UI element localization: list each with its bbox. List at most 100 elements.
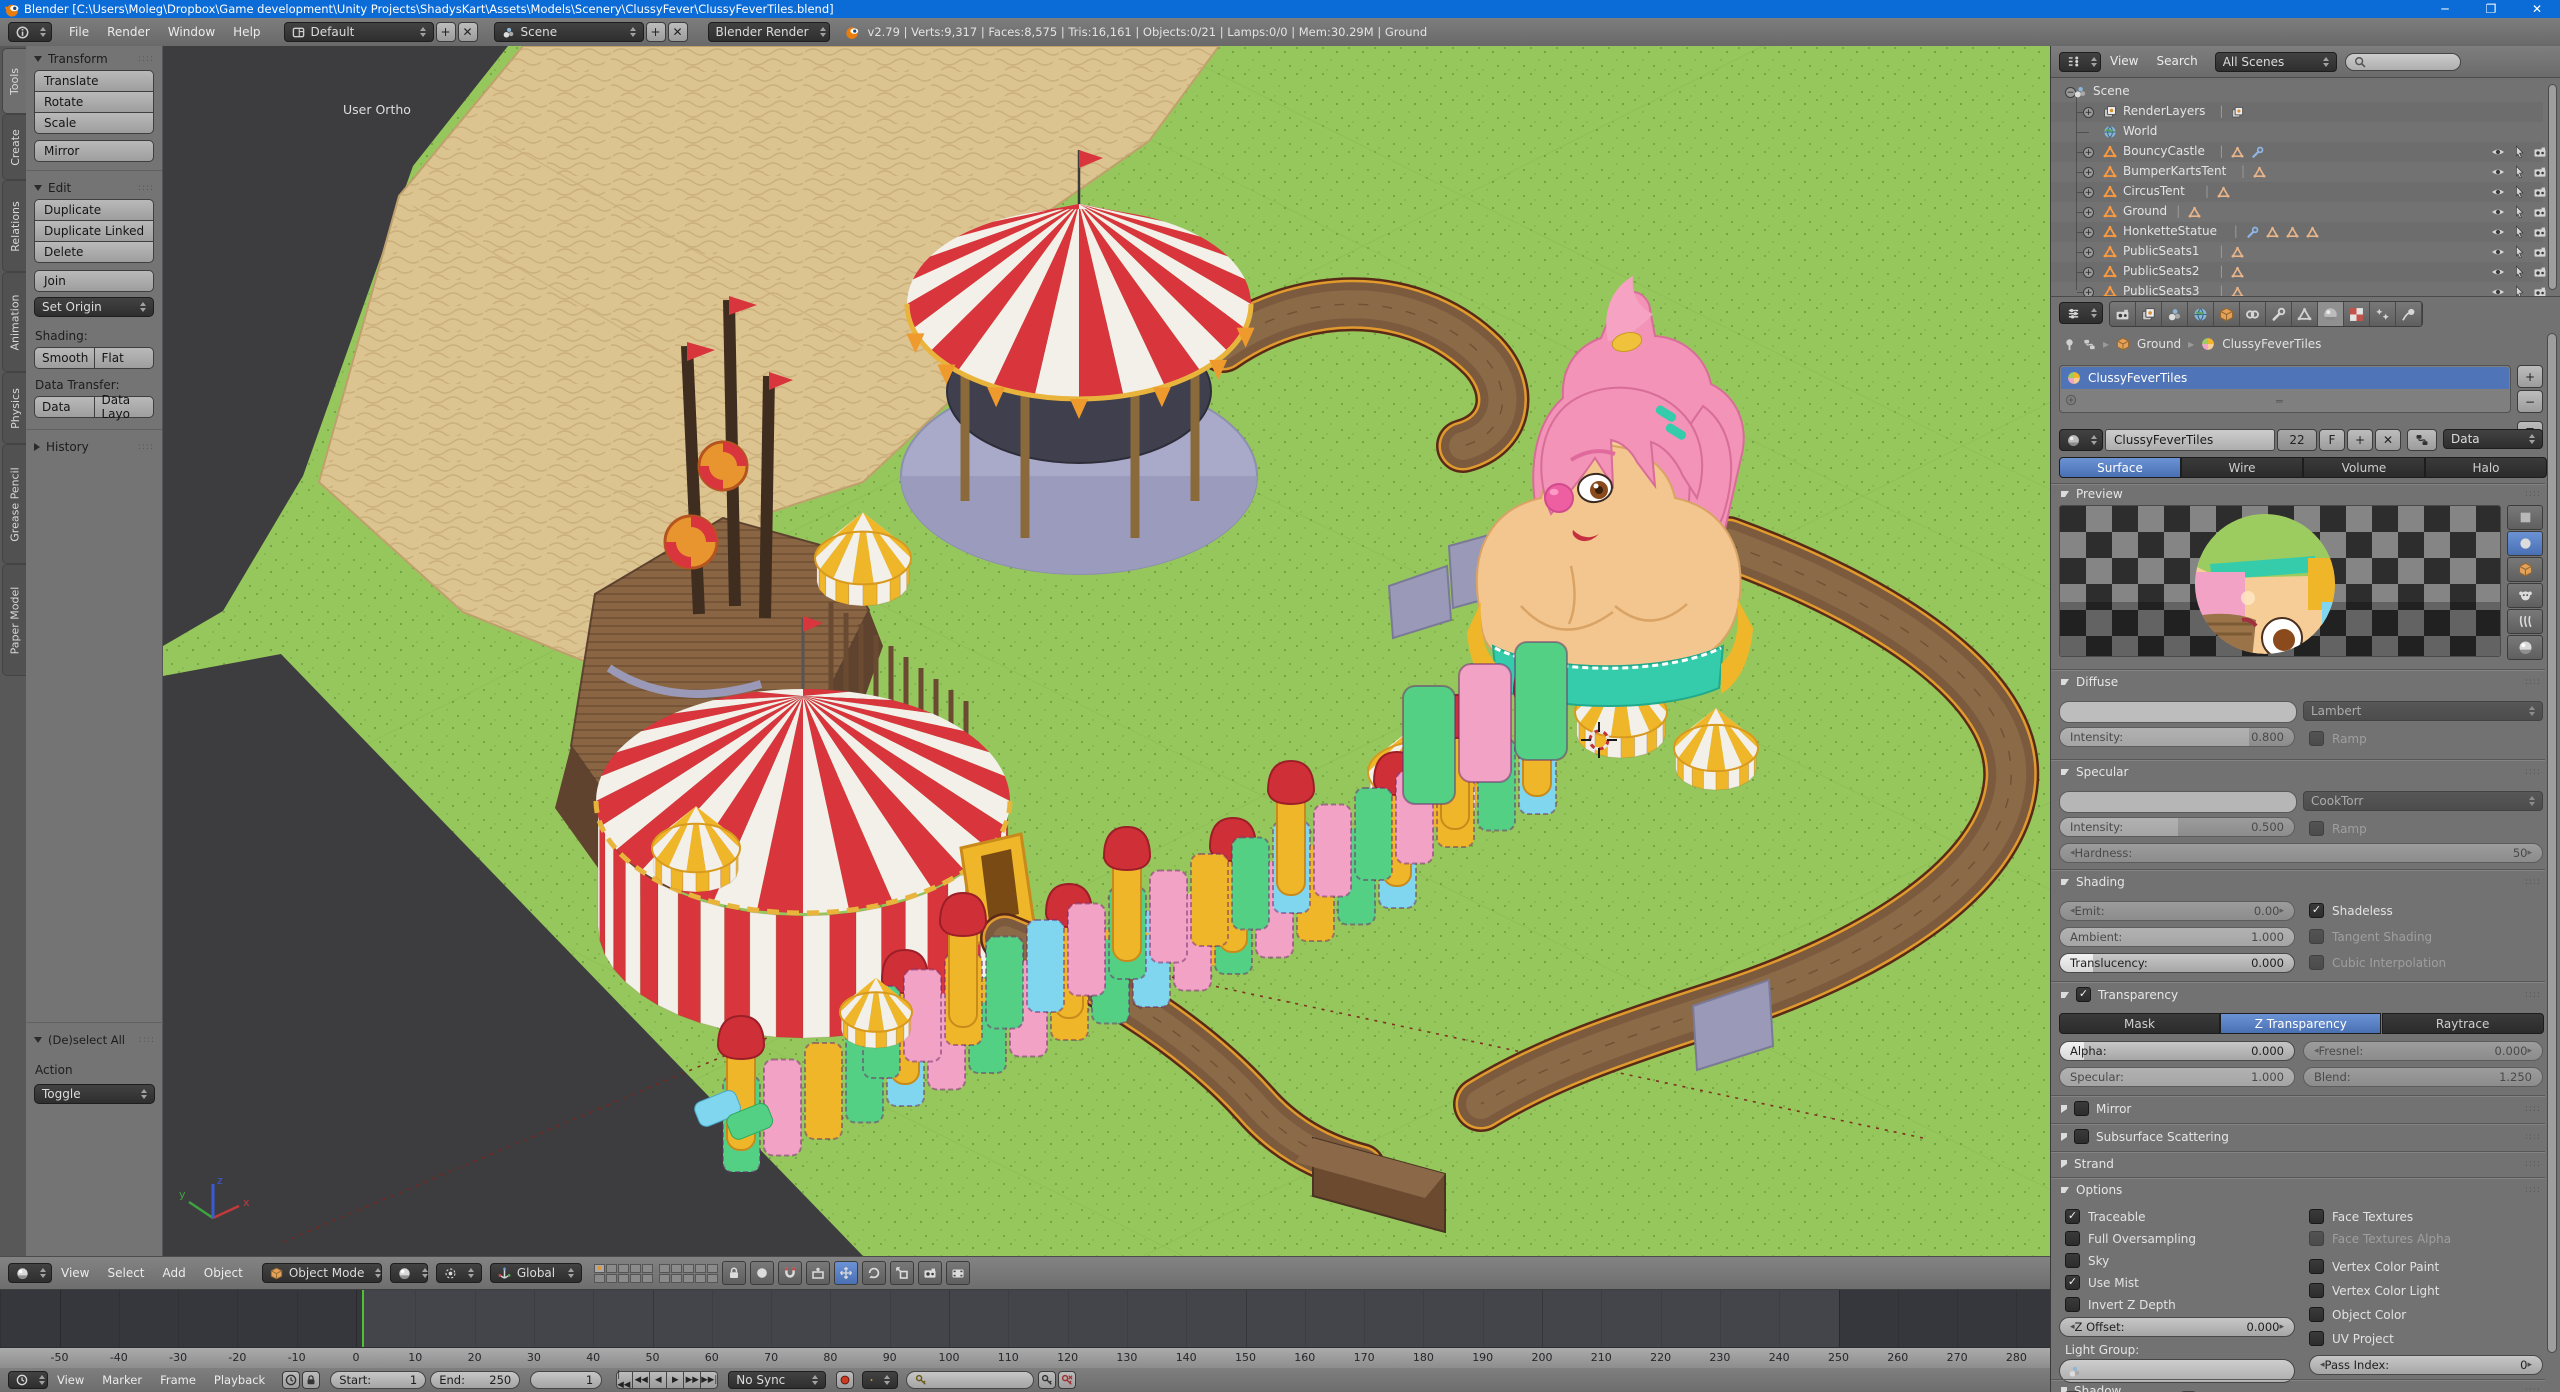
layer-cell[interactable] [695, 1274, 706, 1283]
layer-cell[interactable] [659, 1274, 670, 1283]
context-tab-particles[interactable] [2370, 302, 2396, 326]
restrict-camera-icon[interactable] [2533, 265, 2547, 279]
checkbox-vertexcolorlight[interactable]: Vertex Color Light [2309, 1283, 2439, 1298]
layer-cell[interactable] [707, 1274, 718, 1283]
layer-cell[interactable] [594, 1264, 605, 1273]
manipulator-translate-button[interactable] [834, 1261, 858, 1285]
panel-header-history[interactable]: History:::: [26, 434, 162, 458]
section-header-options[interactable]: Options:::: [2061, 1183, 2541, 1197]
checkbox-sky[interactable]: Sky [2065, 1253, 2109, 1268]
mode-selector[interactable]: Object Mode [262, 1263, 382, 1283]
fake-user-button[interactable]: F [2319, 429, 2345, 451]
outliner-row-ground[interactable]: +Ground| [2051, 202, 2543, 222]
playhead[interactable] [362, 1290, 364, 1347]
material-slot-selected[interactable]: ClussyFeverTiles [2061, 367, 2509, 389]
slider-translucency[interactable]: Translucency:0.000 [2059, 953, 2295, 973]
menu-view[interactable]: View [52, 1260, 98, 1287]
menu-view[interactable]: View [2101, 48, 2147, 75]
layer-cell[interactable] [642, 1264, 653, 1273]
outliner-row-bouncycastle[interactable]: +BouncyCastle| [2051, 142, 2543, 162]
context-tab-world[interactable] [2188, 302, 2214, 326]
proportional-edit-button[interactable] [750, 1261, 774, 1285]
data-transfer-button-data[interactable]: Data [34, 396, 94, 418]
section-header-shading[interactable]: Shading:::: [2061, 875, 2541, 889]
slider-zoffset[interactable]: ◂Z Offset:0.000▸ [2059, 1317, 2295, 1337]
checkbox-box[interactable] [2309, 1259, 2324, 1274]
menu-frame[interactable]: Frame [151, 1368, 205, 1392]
pin-icon[interactable] [2063, 338, 2076, 351]
context-tab-texture[interactable] [2344, 302, 2370, 326]
shelf-tab-relations[interactable]: Relations [2, 180, 27, 272]
checkbox-fulloversampling[interactable]: Full Oversampling [2065, 1231, 2196, 1246]
play-button[interactable]: ▶ [667, 1371, 684, 1389]
layer-cell[interactable] [671, 1264, 682, 1273]
material-type-tab-halo[interactable]: Halo [2425, 457, 2547, 478]
restrict-eye-icon[interactable] [2491, 265, 2505, 279]
set-origin-dropdown[interactable]: Set Origin [34, 297, 154, 317]
editor-type-selector[interactable] [8, 22, 52, 42]
outliner-row-publicseats1[interactable]: +PublicSeats1| [2051, 242, 2543, 262]
layer-cell[interactable] [618, 1264, 629, 1273]
breadcrumb-object[interactable]: Ground [2137, 337, 2181, 351]
section-header-shadow[interactable]: Shadow:::: [2061, 1384, 2541, 1392]
checkbox-box[interactable] [2309, 1307, 2324, 1322]
window-titlebar[interactable]: Blender [C:\Users\Moleg\Dropbox\Game dev… [0, 0, 2560, 18]
preview-mode-sphere-sky[interactable] [2507, 635, 2543, 660]
delete-keyframe-button[interactable] [1058, 1371, 1076, 1389]
expand-toggle[interactable]: + [2083, 167, 2094, 178]
display-filter-selector[interactable]: All Scenes [2215, 52, 2337, 72]
context-tab-object[interactable] [2214, 302, 2240, 326]
expand-toggle[interactable]: + [2083, 207, 2094, 218]
context-tab-render[interactable] [2110, 302, 2136, 326]
delete-scene-button[interactable]: ✕ [668, 22, 688, 42]
restrict-camera-icon[interactable] [2533, 205, 2547, 219]
add-slot-small-icon[interactable] [2065, 394, 2077, 406]
checkbox-box[interactable]: ✓ [2065, 1209, 2080, 1224]
timeline-ruler[interactable]: -50-40-30-20-100102030405060708090100110… [0, 1347, 2050, 1368]
menu-add[interactable]: Add [154, 1260, 195, 1287]
layer-cell[interactable] [683, 1274, 694, 1283]
timeline-track[interactable] [0, 1290, 2050, 1347]
section-header-diffuse[interactable]: Diffuse:::: [2061, 675, 2541, 689]
unlink-material-button[interactable]: ✕ [2375, 429, 2401, 451]
shading-button-flat[interactable]: Flat [94, 347, 155, 369]
layer-cell[interactable] [707, 1264, 718, 1273]
layer-cell[interactable] [618, 1274, 629, 1283]
menu-select[interactable]: Select [98, 1260, 153, 1287]
play-reverse-button[interactable]: ◀ [650, 1371, 667, 1389]
screen-layout-selector[interactable]: Default [284, 22, 434, 42]
tool-button-duplicate-linked[interactable]: Duplicate Linked [34, 220, 154, 241]
restrict-eye-icon[interactable] [2491, 145, 2505, 159]
layer-cell[interactable] [695, 1264, 706, 1273]
restrict-eye-icon[interactable] [2491, 185, 2505, 199]
tool-button-join[interactable]: Join [34, 270, 154, 292]
checkbox-box[interactable]: ✓ [2065, 1275, 2080, 1290]
start-frame-field[interactable]: Start:1 [330, 1371, 426, 1389]
restore-button[interactable]: ❐ [2468, 0, 2514, 18]
checkbox-uvproject[interactable]: UV Project [2309, 1331, 2394, 1346]
restrict-eye-icon[interactable] [2491, 225, 2505, 239]
transparency-mode-raytrace[interactable]: Raytrace [2382, 1013, 2544, 1034]
checkbox-facetextures[interactable]: Face Textures [2309, 1209, 2413, 1224]
layer-cell[interactable] [606, 1274, 617, 1283]
previous-keyframe-button[interactable]: ◀◀ [633, 1371, 650, 1389]
menu-search[interactable]: Search [2147, 48, 2206, 75]
section-header-subsurfacescattering[interactable]: Subsurface Scattering:::: [2061, 1129, 2541, 1144]
outliner-row-publicseats3[interactable]: +PublicSeats3| [2051, 282, 2543, 296]
restrict-camera-icon[interactable] [2533, 165, 2547, 179]
transparency-mode-z-transparency[interactable]: Z Transparency [2220, 1013, 2381, 1034]
shelf-tab-create[interactable]: Create [2, 114, 27, 180]
shelf-tab-grease-pencil[interactable]: Grease Pencil [2, 444, 27, 564]
dropdown-data[interactable]: Data [2443, 429, 2543, 449]
restrict-camera-icon[interactable] [2533, 225, 2547, 239]
restrict-eye-icon[interactable] [2491, 205, 2505, 219]
layer-cell[interactable] [630, 1274, 641, 1283]
keying-set-selector[interactable] [862, 1371, 898, 1389]
tool-button-rotate[interactable]: Rotate [34, 91, 154, 112]
tool-button-duplicate[interactable]: Duplicate [34, 199, 154, 220]
menu-view[interactable]: View [48, 1368, 93, 1392]
checkbox-box[interactable] [2309, 1209, 2324, 1224]
delete-screen-button[interactable]: ✕ [458, 22, 478, 42]
panel-header-deselect-all[interactable]: (De)select All:::: [26, 1027, 163, 1051]
context-tab-material[interactable] [2318, 302, 2344, 326]
